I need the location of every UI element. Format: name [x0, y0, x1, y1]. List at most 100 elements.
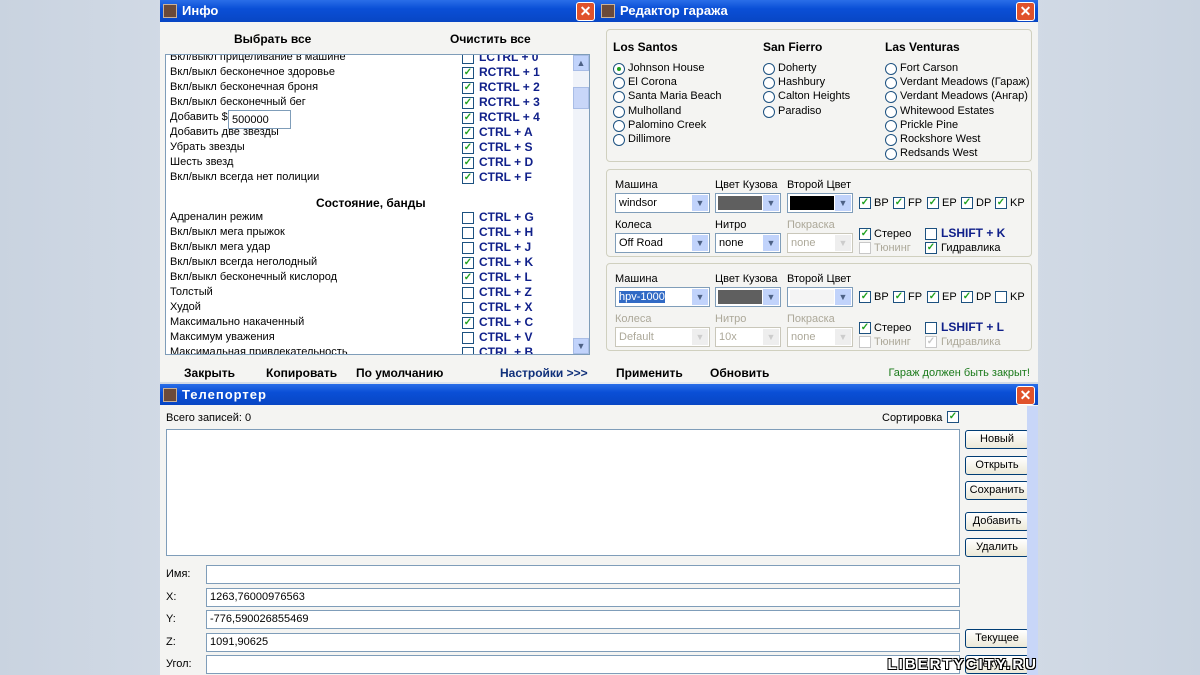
body-color-select[interactable]: ▼ — [715, 287, 781, 307]
money-input[interactable] — [228, 110, 291, 129]
cheat-checkbox[interactable]: ✓ — [462, 97, 474, 109]
open-button[interactable]: Открыть — [965, 456, 1029, 475]
clear-all-button[interactable]: Очистить все — [450, 32, 531, 46]
chevron-down-icon[interactable]: ▼ — [763, 289, 779, 305]
save-button[interactable]: Сохранить — [965, 481, 1029, 500]
chevron-down-icon[interactable]: ▼ — [835, 235, 851, 251]
location-label[interactable]: Whitewood Estates — [900, 105, 994, 117]
cheat-checkbox[interactable]: ✓ — [462, 317, 474, 329]
location-label[interactable]: Prickle Pine — [900, 119, 958, 131]
chevron-down-icon[interactable]: ▼ — [835, 195, 851, 211]
cheat-checkbox[interactable] — [462, 332, 474, 344]
cheat-checkbox[interactable]: ✓ — [462, 82, 474, 94]
location-label[interactable]: Santa Maria Beach — [628, 90, 722, 102]
location-radio[interactable] — [885, 91, 897, 104]
paint-select[interactable]: none ▼ — [787, 233, 853, 253]
car-select[interactable]: hpv-1000 ▼ — [615, 287, 710, 307]
location-radio[interactable] — [613, 119, 625, 132]
cheat-checkbox[interactable]: ✓ — [462, 67, 474, 79]
body-color-select[interactable]: ▼ — [715, 193, 781, 213]
info-scrollbar[interactable]: ▲ ▼ — [573, 55, 589, 354]
nitro-select[interactable]: 10x ▼ — [715, 327, 781, 347]
second-color-select[interactable]: ▼ — [787, 287, 853, 307]
chevron-down-icon[interactable]: ▼ — [763, 195, 779, 211]
location-label[interactable]: Paradiso — [778, 105, 821, 117]
cheat-checkbox[interactable]: ✓ — [462, 127, 474, 139]
location-label[interactable]: Mulholland — [628, 105, 681, 117]
location-radio[interactable] — [885, 63, 897, 75]
location-label[interactable]: Palomino Creek — [628, 119, 706, 131]
cheat-checkbox[interactable]: ✓ — [462, 272, 474, 284]
flag-checkbox-kp[interactable] — [995, 291, 1007, 303]
chevron-down-icon[interactable]: ▼ — [692, 329, 708, 345]
flag-checkbox-ep[interactable]: ✓ — [927, 291, 939, 303]
location-radio[interactable] — [763, 63, 775, 75]
location-radio[interactable] — [613, 77, 625, 90]
chevron-down-icon[interactable]: ▼ — [763, 235, 779, 251]
hydraulics-checkbox[interactable]: ✓ — [925, 336, 937, 348]
location-label[interactable]: El Corona — [628, 76, 677, 88]
chevron-down-icon[interactable]: ▼ — [692, 195, 708, 211]
field-input-угол[interactable] — [206, 655, 960, 674]
flag-checkbox-dp[interactable]: ✓ — [961, 291, 973, 303]
location-radio[interactable] — [613, 105, 625, 118]
location-label[interactable]: Redsands West — [900, 147, 977, 159]
location-label[interactable]: Calton Heights — [778, 90, 850, 102]
field-input-y[interactable]: -776,590026855469 — [206, 610, 960, 629]
location-label[interactable]: Rockshore West — [900, 133, 981, 145]
wheels-select[interactable]: Default ▼ — [615, 327, 710, 347]
chevron-down-icon[interactable]: ▼ — [835, 289, 851, 305]
car-select[interactable]: windsor ▼ — [615, 193, 710, 213]
garage-title-bar[interactable]: Редактор гаража ✕ — [598, 0, 1038, 22]
info-title-bar[interactable]: Инфо ✕ — [160, 0, 598, 22]
cheat-checkbox[interactable] — [462, 55, 474, 64]
location-label[interactable]: Hashbury — [778, 76, 825, 88]
teleporter-title-bar[interactable]: Телепортер ✕ — [160, 384, 1038, 405]
paint-select[interactable]: none ▼ — [787, 327, 853, 347]
hotkey-checkbox[interactable] — [925, 322, 937, 334]
cheat-checkbox[interactable] — [462, 302, 474, 314]
teleport-list[interactable] — [166, 429, 960, 556]
hotkey-checkbox[interactable] — [925, 228, 937, 240]
new-button[interactable]: Новый — [965, 430, 1029, 449]
apply-button[interactable]: Применить — [616, 366, 683, 380]
tuning-checkbox[interactable] — [859, 336, 871, 348]
scroll-down-icon[interactable]: ▼ — [573, 338, 589, 354]
teleporter-scrollbar[interactable] — [1027, 406, 1038, 675]
add-button[interactable]: Добавить — [965, 512, 1029, 531]
wheels-select[interactable]: Off Road ▼ — [615, 233, 710, 253]
chevron-down-icon[interactable]: ▼ — [763, 329, 779, 345]
location-radio[interactable] — [885, 105, 897, 118]
flag-checkbox-bp[interactable]: ✓ — [859, 291, 871, 303]
flag-checkbox-ep[interactable]: ✓ — [927, 197, 939, 209]
hydraulics-checkbox[interactable]: ✓ — [925, 242, 937, 254]
field-input-имя[interactable] — [206, 565, 960, 584]
cheat-checkbox[interactable] — [462, 242, 474, 254]
sort-checkbox[interactable]: ✓ — [947, 411, 959, 423]
chevron-down-icon[interactable]: ▼ — [835, 329, 851, 345]
cheat-checkbox[interactable]: ✓ — [462, 157, 474, 169]
copy-button[interactable]: Копировать — [266, 366, 337, 380]
field-input-z[interactable]: 1091,90625 — [206, 632, 960, 652]
location-radio[interactable] — [763, 105, 775, 118]
default-button[interactable]: По умолчанию — [356, 366, 443, 380]
close-icon[interactable]: ✕ — [1016, 386, 1035, 405]
location-radio[interactable] — [613, 91, 625, 104]
flag-checkbox-kp[interactable]: ✓ — [995, 197, 1007, 209]
flag-checkbox-fp[interactable]: ✓ — [893, 197, 905, 209]
flag-checkbox-bp[interactable]: ✓ — [859, 197, 871, 209]
stereo-checkbox[interactable]: ✓ — [859, 322, 871, 334]
cheat-checkbox[interactable]: ✓ — [462, 112, 474, 124]
tuning-checkbox[interactable] — [859, 242, 871, 254]
location-radio[interactable] — [885, 148, 897, 161]
location-label[interactable]: Fort Carson — [900, 62, 958, 74]
field-input-x[interactable]: 1263,76000976563 — [206, 587, 960, 607]
refresh-button[interactable]: Обновить — [710, 366, 769, 380]
chevron-down-icon[interactable]: ▼ — [692, 289, 708, 305]
scroll-thumb[interactable] — [573, 87, 589, 109]
location-label[interactable]: Dillimore — [628, 133, 671, 145]
close-icon[interactable]: ✕ — [1016, 2, 1035, 21]
flag-checkbox-fp[interactable]: ✓ — [893, 291, 905, 303]
close-button[interactable]: Закрыть — [184, 366, 235, 380]
flag-checkbox-dp[interactable]: ✓ — [961, 197, 973, 209]
